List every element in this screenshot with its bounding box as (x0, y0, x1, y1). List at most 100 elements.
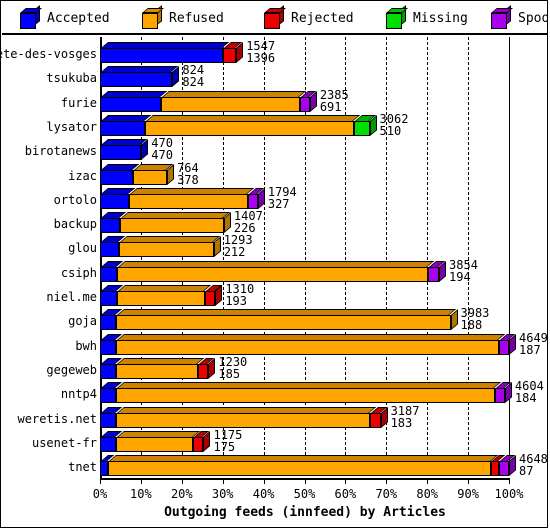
bar-segment-rejected (369, 406, 387, 428)
y-axis-label: usenet-fr (31, 435, 97, 450)
cube-icon (142, 5, 164, 29)
gridline (468, 37, 470, 475)
bar-end-cap (203, 430, 211, 452)
bar-value-label: 824 824 (182, 64, 204, 88)
bar-segment-rejected (204, 285, 222, 306)
bar-end-cap (208, 358, 216, 379)
y-axis-label: weretis.net (17, 411, 97, 426)
bar-sub-value: 691 (319, 99, 342, 114)
bar-segment-top (119, 236, 220, 243)
bar-sub-value: 470 (151, 148, 173, 163)
x-axis-tick-label: 30% (211, 487, 234, 501)
bar-sub-value: 184 (514, 391, 537, 406)
bar-end-cap (236, 42, 244, 63)
x-axis-tick-label: 10% (130, 487, 152, 501)
bar-sub-value: 87 (519, 464, 534, 479)
bar-segment-accepted (100, 236, 125, 258)
bar-end-cap (213, 236, 221, 258)
bar-sub-value: 175 (213, 439, 236, 454)
legend-label: Accepted (47, 11, 110, 26)
bar-segment-accepted (100, 66, 179, 88)
bar-sub-value: 378 (177, 172, 199, 187)
x-axis-tick (263, 478, 265, 484)
bar-total-value: 764 (177, 160, 199, 175)
x-axis-tick-label: 20% (170, 487, 193, 501)
bar-segment-top (161, 90, 307, 97)
bar-segment-refused (115, 406, 377, 428)
bar-segment-accepted (100, 187, 135, 209)
legend-label: Rejected (291, 11, 354, 26)
legend-item-refused: Refused (142, 5, 224, 30)
bar-sub-value: 212 (223, 245, 246, 260)
bar-segment-rejected (193, 430, 210, 452)
bar-value-label: 764 378 (177, 162, 199, 186)
y-axis-label: bete-des-vosges (1, 47, 97, 61)
bar-segment-refused (118, 236, 220, 258)
bar-sub-value: 193 (225, 294, 248, 308)
y-axis-label: tsukuba (46, 71, 97, 86)
x-axis-tick (140, 478, 142, 484)
bar-segment-accepted (100, 406, 123, 428)
bar-segment-top (117, 333, 506, 340)
x-axis-tick (304, 478, 306, 484)
bar-total-value: 3854 (449, 257, 478, 272)
bar-sub-value: 188 (460, 318, 483, 333)
y-axis-label: goja (68, 314, 97, 329)
y-axis-label: izac (68, 168, 97, 183)
chart-legend: Accepted Refused Rejected Missing Spooled (2, 2, 547, 35)
bar-segment-missing (353, 114, 376, 136)
bar-value-label: 2385 691 (320, 89, 349, 113)
bar-segment-refused (116, 309, 457, 331)
bar-segment-top (101, 42, 229, 48)
bar-value-label: 1310 193 (225, 283, 254, 307)
bar-total-value: 1794 (267, 184, 297, 199)
bar-segment-refused (116, 357, 205, 379)
bar-segment-spooled (499, 333, 516, 355)
x-axis-tick-label: 0% (92, 487, 108, 501)
bar-segment-accepted (100, 114, 152, 136)
bar-value-label: 3983 188 (461, 307, 490, 331)
bar-segment-refused (120, 212, 231, 234)
bar-segment-accepted (100, 42, 229, 63)
bar-segment-top (108, 455, 498, 462)
bar-value-label: 1175 175 (213, 429, 242, 453)
x-axis-title: Outgoing feeds (innfeed) by Articles (164, 505, 446, 520)
x-axis-tick (509, 478, 510, 484)
bar-end-cap (504, 382, 512, 404)
cube-icon (386, 5, 408, 29)
bar-value-label: 1293 212 (224, 234, 253, 258)
x-axis-tick-label: 90% (457, 487, 479, 501)
bar-segment-refused (144, 114, 360, 136)
bar-segment-accepted (100, 285, 123, 306)
bar-segment-refused (116, 333, 506, 355)
y-axis-label: ortolo (53, 192, 97, 207)
bar-value-label: 470 470 (151, 137, 173, 161)
bar-segment-accepted (100, 455, 114, 477)
legend-item-spooled: Spooled (491, 5, 547, 30)
bar-sub-value: 510 (379, 123, 402, 138)
bar-end-cap (172, 66, 180, 88)
bar-segment-accepted (100, 212, 127, 234)
bar-segment-top (101, 90, 168, 97)
bar-segment-rejected (222, 42, 243, 63)
bars-panel: 1547 1396 824 824 2385 691 3062 510 470 470 764 378… (100, 37, 547, 477)
x-axis-tick-label: 70% (375, 487, 398, 501)
bar-segment-accepted (100, 357, 123, 379)
bar-end-cap (141, 139, 149, 161)
x-axis-tick (100, 478, 101, 484)
bar-sub-value: 327 (267, 196, 290, 211)
bar-total-value: 3187 (390, 403, 420, 418)
bar-value-label: 4604 184 (515, 380, 544, 404)
y-axis-label: furie (60, 95, 97, 110)
bar-sub-value: 194 (449, 269, 471, 284)
bar-segment-rejected (198, 357, 215, 379)
legend-item-accepted: Accepted (20, 5, 110, 30)
bar-sub-value: 183 (390, 415, 413, 430)
bar-end-cap (215, 285, 223, 306)
bar-segment-refused (133, 163, 174, 185)
bar-total-value: 2385 (319, 87, 349, 102)
bar-segment-top (101, 114, 152, 121)
bar-end-cap (509, 455, 516, 477)
bar-segment-accepted (100, 309, 123, 331)
bar-segment-refused (107, 455, 498, 477)
